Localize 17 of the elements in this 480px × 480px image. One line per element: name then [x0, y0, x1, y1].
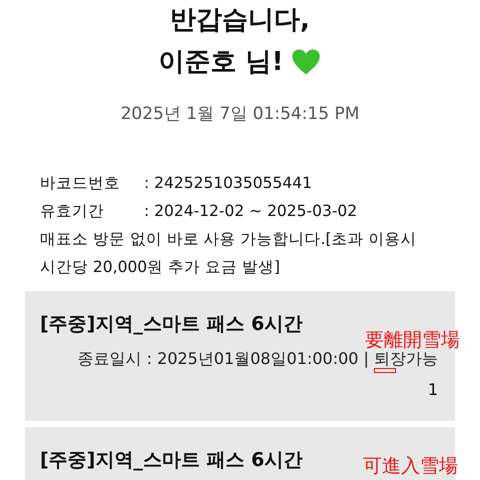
annotation-text: 要離開雪場 [365, 328, 460, 352]
pass-title: [주중]지역_스마트 패스 6시간 [40, 448, 302, 473]
notice-text: 매표소 방문 없이 바로 사용 가능합니다.[초과 이용시 시간당 20,000원 추가 요금 발생] [40, 229, 418, 278]
pass-count: 1 [426, 380, 438, 399]
info-value: : 2425251035055441 [144, 173, 312, 194]
heart-icon [291, 48, 322, 76]
greeting-name: 이준호 님! [158, 46, 284, 79]
info-label: 바코드번호 [40, 173, 121, 194]
status-text: 퇴장가능 [374, 349, 438, 368]
pass-card[interactable]: [주중]지역_스마트 패스 6시간 可進入雪場 [25, 427, 455, 480]
pass-title: [주중]지역_스마트 패스 6시간 [40, 312, 302, 337]
info-label: 유효기간 [40, 201, 105, 222]
annotation-text: 可進入雪場 [363, 454, 458, 479]
greeting-text: 반갑습니다, [170, 4, 310, 37]
info-value: : 2024-12-02 ~ 2025-03-02 [144, 201, 358, 222]
end-time: 종료일시 : 2025년01월08일01:00:00 | [78, 349, 370, 368]
timestamp: 2025년 1월 7일 01:54:15 PM [120, 103, 360, 125]
